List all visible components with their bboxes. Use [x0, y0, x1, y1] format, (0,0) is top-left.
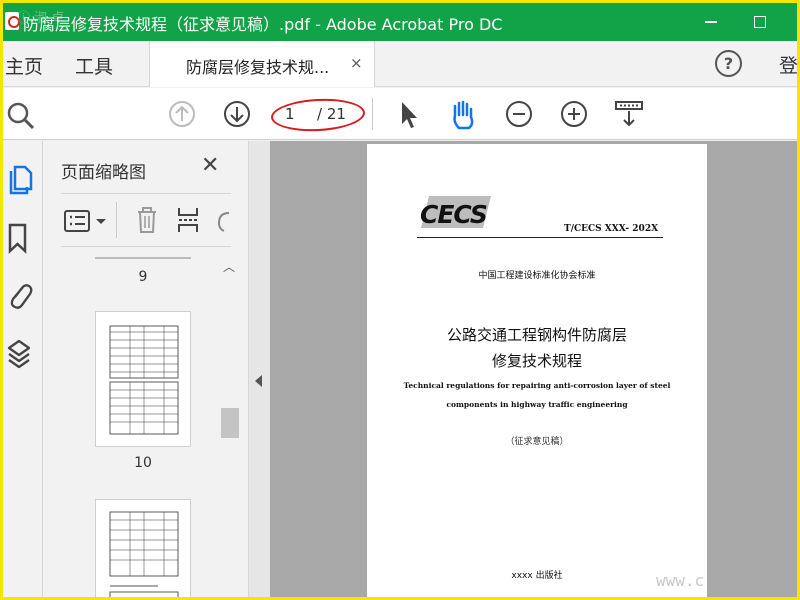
delete-page-icon[interactable] — [135, 205, 159, 235]
toolbar-divider — [372, 98, 373, 130]
cecs-logo-text: CECS — [420, 200, 488, 229]
rotate-page-icon[interactable] — [213, 205, 231, 235]
panel-toolbar-divider — [116, 202, 117, 238]
thumbnail-page-11[interactable] — [95, 499, 191, 597]
attachment-icon[interactable] — [5, 279, 33, 313]
maximize-icon — [754, 16, 766, 28]
scroll-up-icon[interactable]: ︿ — [223, 258, 235, 275]
window-title: 防腐层修复技术规程（征求意见稿）.pdf - Adobe Acrobat Pro… — [23, 15, 503, 34]
page-thumbnails-icon[interactable] — [5, 163, 33, 197]
pdf-page: CECS T/CECS XXX- 202X 中国工程建设标准化协会标准 公路交通… — [367, 144, 707, 597]
left-rail — [3, 141, 43, 597]
layers-icon[interactable] — [5, 337, 33, 371]
select-cursor-icon[interactable] — [396, 100, 422, 130]
panel-title: 页面缩略图 — [61, 163, 146, 183]
help-icon[interactable]: ? — [715, 50, 742, 77]
search-icon[interactable] — [3, 98, 37, 132]
thumbnail-list: 9 10 — [43, 249, 221, 597]
hand-tool-icon[interactable] — [447, 98, 481, 132]
panel-splitter[interactable] — [248, 141, 270, 597]
document-title-line2: 修复技术规程 — [491, 352, 582, 370]
standard-code: T/CECS XXX- 202X — [564, 224, 659, 234]
tab-home[interactable]: 主页 — [5, 52, 43, 79]
site-watermark: www.c — [656, 571, 705, 590]
main-toolbar: 1 / 21 — [3, 88, 797, 140]
header-rule — [417, 237, 663, 238]
previous-page-icon[interactable] — [167, 99, 197, 129]
scroll-mode-icon[interactable] — [613, 99, 647, 131]
collapse-panel-icon[interactable] — [255, 375, 262, 387]
panel-toolbar — [61, 193, 231, 247]
document-tab-label: 防腐层修复技术规... — [186, 58, 330, 77]
next-page-icon[interactable] — [222, 99, 252, 129]
minimize-icon — [705, 21, 717, 23]
english-title-line2: components in highway traffic engineerin… — [446, 400, 628, 409]
document-title-line1: 公路交通工程钢构件防腐层 — [446, 326, 627, 344]
thumbnail-page-edge — [95, 257, 191, 259]
thumbnail-page-10[interactable] — [95, 311, 191, 447]
page-thumbnails-panel: 页面缩略图 ✕ 9 10 ︿ — [43, 141, 248, 597]
draft-note: （征求意见稿） — [505, 437, 569, 447]
login-button[interactable]: 登 — [779, 51, 798, 78]
options-menu-icon[interactable] — [63, 208, 109, 234]
close-tab-icon[interactable]: × — [350, 54, 363, 72]
red-annotation-circle — [270, 96, 366, 134]
bookmark-icon[interactable] — [5, 221, 33, 255]
title-bar: ⓘ 淑 卓 防腐层修复技术规程（征求意见稿）.pdf - Adobe Acrob… — [3, 3, 797, 41]
minimize-button[interactable] — [696, 7, 726, 37]
thumbnail-table-graphic — [109, 511, 179, 597]
thumbnail-label: 10 — [134, 455, 152, 471]
scrollbar-thumb[interactable] — [221, 408, 239, 438]
panel-close-icon[interactable]: ✕ — [201, 153, 219, 178]
zoom-in-icon[interactable] — [559, 99, 589, 129]
thumbnail-table-graphic — [109, 325, 179, 435]
document-view: CECS T/CECS XXX- 202X 中国工程建设标准化协会标准 公路交通… — [270, 141, 797, 597]
english-title-line1: Technical regulations for repairing anti… — [403, 381, 671, 390]
tab-bar: 主页 工具 防腐层修复技术规... × ? 登 — [3, 41, 798, 87]
zoom-out-icon[interactable] — [504, 99, 534, 129]
tab-tools[interactable]: 工具 — [75, 52, 113, 79]
thumbnail-scrollbar[interactable]: ︿ — [220, 256, 239, 597]
association-name: 中国工程建设标准化协会标准 — [478, 271, 596, 281]
maximize-button[interactable] — [745, 7, 775, 37]
thumbnail-label: 9 — [138, 269, 148, 285]
tab-document[interactable]: 防腐层修复技术规... × — [149, 41, 375, 87]
insert-page-icon[interactable] — [175, 205, 203, 235]
